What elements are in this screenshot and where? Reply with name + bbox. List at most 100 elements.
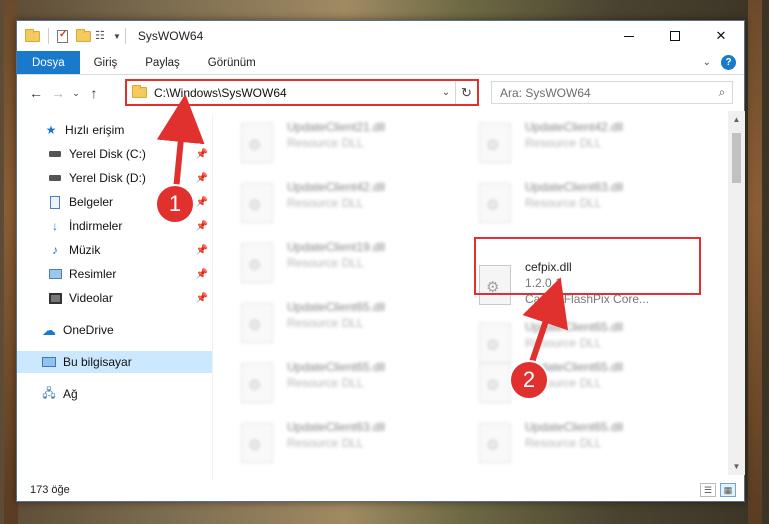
navigation-pane: ★ Hızlı erişim Yerel Disk (C:) 📌 Yerel D… (17, 115, 212, 475)
dll-file-icon (241, 183, 273, 223)
pictures-icon (47, 267, 63, 281)
sidebar-item-label: Müzik (69, 243, 101, 257)
sidebar-item-onedrive[interactable]: ☁ OneDrive (17, 319, 212, 341)
file-description: Resource DLL (287, 256, 364, 270)
file-description: Resource DLL (287, 376, 364, 390)
tab-home[interactable]: Giriş (80, 51, 132, 74)
maximize-button[interactable] (652, 21, 698, 51)
close-button[interactable]: ✕ (698, 21, 744, 51)
file-description: Resource DLL (287, 196, 364, 210)
file-item[interactable]: UpdateClient42.dll Resource DLL (455, 119, 685, 175)
computer-icon (41, 355, 57, 369)
file-item[interactable]: UpdateClient63.dll Resource DLL (455, 179, 685, 235)
drive-icon (47, 147, 63, 161)
target-highlight (474, 237, 701, 295)
pin-icon: 📌 (195, 196, 208, 208)
sidebar-item-label: OneDrive (63, 323, 114, 337)
file-name: UpdateClient19.dll (287, 240, 386, 254)
file-item[interactable]: UpdateClient42.dll Resource DLL (217, 179, 447, 235)
file-item[interactable]: UpdateClient19.dll Resource DLL (217, 239, 447, 295)
expand-ribbon-icon[interactable]: ⌄ (703, 57, 711, 68)
file-name: UpdateClient63.dll (525, 180, 624, 194)
pin-icon: 📌 (195, 148, 208, 160)
cloud-icon: ☁ (42, 321, 56, 338)
close-icon: ✕ (715, 28, 727, 43)
pin-icon: 📌 (195, 292, 208, 304)
dll-file-icon (479, 423, 511, 463)
file-name: UpdateClient42.dll (287, 180, 386, 194)
tab-view[interactable]: Görünüm (194, 51, 270, 74)
quick-access-toolbar: ☷ ▼ (17, 28, 121, 44)
chevron-down-icon[interactable]: ▼ (113, 32, 121, 41)
status-bar: 173 öğe ☰ ▦ (17, 479, 744, 501)
music-icon: ♪ (52, 243, 58, 257)
refresh-button[interactable]: ↻ (455, 81, 477, 104)
sidebar-item-videos[interactable]: Videolar 📌 (17, 287, 212, 309)
search-input[interactable]: Ara: SysWOW64 ⌕ (491, 81, 733, 104)
sidebar-item-local-disk-c[interactable]: Yerel Disk (C:) 📌 (17, 143, 212, 165)
up-button[interactable]: ↑ (83, 85, 105, 101)
file-item[interactable]: UpdateClient65.dll Resource DLL (217, 299, 447, 355)
download-icon: ↓ (52, 219, 58, 233)
details-view-icon[interactable]: ☰ (700, 483, 716, 497)
recent-locations-button[interactable]: ⌄ (69, 88, 83, 99)
forward-button[interactable]: → (47, 85, 69, 101)
file-name: UpdateClient21.dll (287, 120, 386, 134)
search-placeholder[interactable]: Ara: SysWOW64 (500, 86, 712, 100)
address-path[interactable]: C:\Windows\SysWOW64 (154, 86, 437, 100)
step-2-badge: 2 (509, 360, 549, 400)
file-description: Resource DLL (287, 136, 364, 150)
dll-file-icon (241, 303, 273, 343)
dll-file-icon (479, 183, 511, 223)
new-folder-icon[interactable] (76, 28, 91, 42)
file-description: Resource DLL (525, 436, 602, 450)
dll-file-icon (241, 363, 273, 403)
sidebar-item-label: Yerel Disk (C:) (69, 147, 146, 161)
file-item[interactable]: UpdateClient65.dll Resource DLL (455, 419, 685, 475)
file-name: UpdateClient65.dll (525, 420, 624, 434)
back-button[interactable]: ← (25, 85, 47, 101)
properties-icon[interactable] (57, 29, 68, 43)
sidebar-item-label: Resimler (69, 267, 117, 281)
large-icons-view-icon[interactable]: ▦ (720, 483, 736, 497)
network-icon: 🖧 (42, 385, 56, 400)
sidebar-item-music[interactable]: ♪ Müzik 📌 (17, 239, 212, 261)
sidebar-item-pictures[interactable]: Resimler 📌 (17, 263, 212, 285)
title-divider (124, 28, 126, 44)
minimize-button[interactable] (606, 21, 652, 51)
pane-divider (212, 115, 213, 479)
file-name: UpdateClient63.dll (287, 420, 386, 434)
vertical-scrollbar[interactable]: ▲ ▼ (728, 111, 745, 475)
scroll-down-arrow[interactable]: ▼ (728, 458, 745, 475)
customize-toolbar-icon[interactable]: ☷ (95, 29, 109, 43)
window-controls: ✕ (606, 21, 744, 51)
pin-icon: 📌 (195, 172, 208, 184)
scroll-thumb[interactable] (732, 133, 741, 183)
tab-share[interactable]: Paylaş (131, 51, 194, 74)
tab-file[interactable]: Dosya (17, 51, 80, 74)
sidebar-item-label: Yerel Disk (D:) (69, 171, 146, 185)
sidebar-item-this-pc[interactable]: Bu bilgisayar (17, 351, 212, 373)
dll-file-icon (479, 323, 511, 363)
dll-file-icon (479, 123, 511, 163)
address-bar[interactable]: C:\Windows\SysWOW64 ⌄ ↻ (125, 79, 479, 106)
window-title: SysWOW64 (137, 29, 204, 43)
file-name: UpdateClient65.dll (287, 300, 386, 314)
file-item[interactable]: UpdateClient65.dllResource DLL (455, 359, 685, 415)
file-item[interactable]: UpdateClient21.dll Resource DLL (217, 119, 447, 175)
ribbon-right: ⌄ ? (703, 55, 736, 70)
maximize-icon (670, 31, 680, 41)
help-icon[interactable]: ? (721, 55, 736, 70)
dll-file-icon (241, 423, 273, 463)
sidebar-item-label: Belgeler (69, 195, 114, 209)
sidebar-item-label: İndirmeler (69, 219, 123, 233)
file-item[interactable]: UpdateClient65.dllResource DLL (217, 359, 447, 415)
sidebar-item-network[interactable]: 🖧 Ağ (17, 383, 212, 405)
file-item[interactable]: UpdateClient63.dll Resource DLL (217, 419, 447, 475)
file-description: Resource DLL (287, 316, 364, 330)
sidebar-item-quick-access[interactable]: ★ Hızlı erişim (17, 119, 212, 141)
scroll-up-arrow[interactable]: ▲ (728, 111, 745, 128)
chevron-down-icon[interactable]: ⌄ (437, 87, 455, 98)
search-icon[interactable]: ⌕ (712, 85, 732, 100)
pin-icon: 📌 (195, 244, 208, 256)
